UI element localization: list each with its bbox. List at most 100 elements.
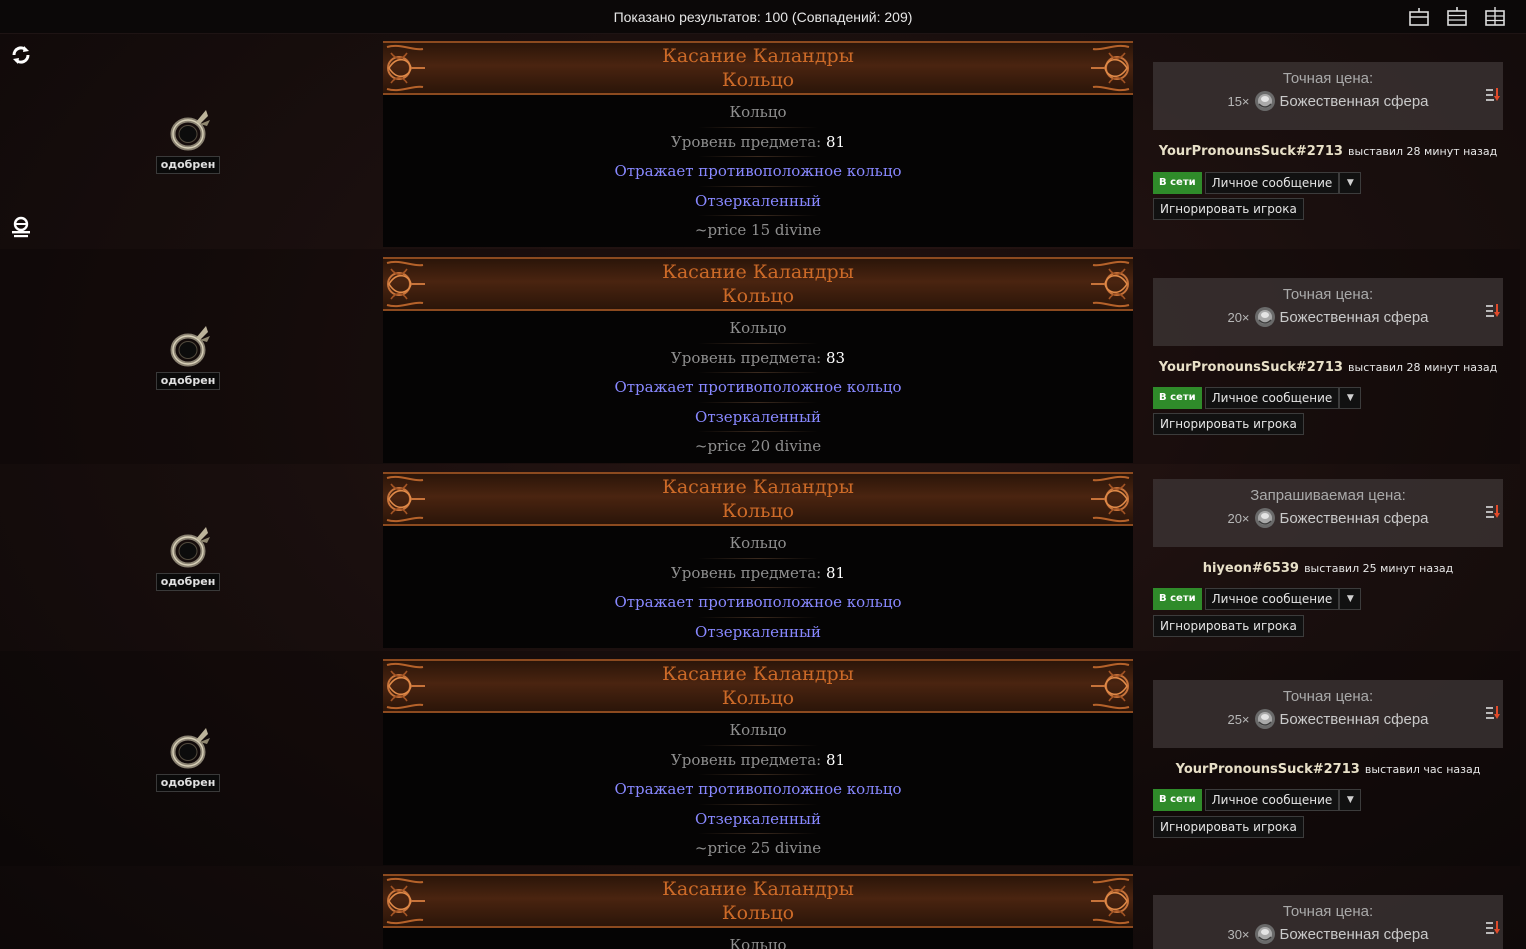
item-base: Кольцо [721, 285, 795, 307]
sort-by-price-icon[interactable] [1485, 705, 1501, 721]
divine-orb-icon [1253, 708, 1276, 730]
chevron-down-icon[interactable]: ▼ [1339, 387, 1362, 409]
item-type: Кольцо [729, 103, 787, 121]
item-note: ~price 25 divine [694, 839, 822, 857]
currency-name: Божественная сфера [1279, 710, 1429, 728]
verified-badge: одобрен [155, 156, 221, 174]
divine-orb-icon [1253, 507, 1276, 529]
layout-switcher [1408, 7, 1506, 27]
item-name: Касание Каландры [662, 261, 854, 283]
item-base: Кольцо [721, 69, 795, 91]
layout-compact-icon[interactable] [1446, 7, 1468, 27]
item-type: Кольцо [729, 721, 787, 739]
item-mod[interactable]: Отражает противоположное кольцо [383, 588, 1133, 617]
price-qty: 15× [1227, 93, 1250, 109]
price-qty: 25× [1227, 711, 1250, 727]
seller-account[interactable]: YourPronounsSuck#2713 [1176, 762, 1360, 777]
divine-orb-icon [1253, 90, 1276, 112]
seller-account[interactable]: hiyeon#6539 [1203, 561, 1299, 576]
ring-icon[interactable] [160, 722, 216, 778]
ring-icon[interactable] [160, 104, 216, 160]
sort-by-price-icon[interactable] [1485, 87, 1501, 103]
private-message-button[interactable]: Личное сообщение [1204, 172, 1340, 194]
item-name: Касание Каландры [662, 663, 854, 685]
ignore-player-button[interactable]: Игнорировать игрока [1153, 413, 1304, 435]
item-base: Кольцо [721, 687, 795, 709]
verified-badge: одобрен [155, 573, 221, 591]
item-note: ~price 20 divine [694, 437, 822, 455]
results-count: Показано результатов: 100 (Совпадений: 2… [613, 8, 913, 25]
divine-orb-icon [1253, 923, 1276, 945]
sort-by-price-icon[interactable] [1485, 920, 1501, 936]
item-level: Уровень предмета: 81 [670, 750, 846, 769]
item-level: Уровень предмета: 83 [670, 348, 846, 367]
item-type: Кольцо [729, 534, 787, 552]
currency-name: Божественная сфера [1279, 308, 1429, 326]
contact-buttons: В сети Личное сообщение ▼ [1153, 172, 1362, 194]
contact-buttons: В сети Личное сообщение ▼ [1153, 387, 1362, 409]
seller-account[interactable]: YourPronounsSuck#2713 [1159, 144, 1343, 159]
price-qty: 30× [1227, 926, 1250, 942]
layout-grid-icon[interactable] [1484, 7, 1506, 27]
price-qty: 20× [1227, 309, 1250, 325]
item-header: Касание Каландры Кольцо [383, 257, 1133, 311]
item-note: ~price 15 divine [694, 221, 822, 239]
item-type: Кольцо [729, 319, 787, 337]
price-qty: 20× [1227, 510, 1250, 526]
item-base: Кольцо [721, 500, 795, 522]
price-label: Точная цена: [1282, 286, 1374, 303]
currency-name: Божественная сфера [1279, 509, 1429, 527]
chevron-down-icon[interactable]: ▼ [1339, 588, 1362, 610]
item-mod[interactable]: Отзеркаленный [383, 187, 1133, 216]
private-message-button[interactable]: Личное сообщение [1204, 588, 1340, 610]
private-message-button[interactable]: Личное сообщение [1204, 387, 1340, 409]
online-status-badge: В сети [1153, 588, 1202, 610]
sort-by-price-icon[interactable] [1485, 504, 1501, 520]
currency-name: Божественная сфера [1279, 92, 1429, 110]
item-name: Касание Каландры [662, 878, 854, 900]
item-mod[interactable]: Отражает противоположное кольцо [383, 775, 1133, 804]
ring-icon[interactable] [160, 320, 216, 376]
item-mod[interactable]: Отзеркаленный [383, 805, 1133, 834]
listed-time: выставил 28 минут назад [1348, 361, 1498, 374]
chevron-down-icon[interactable]: ▼ [1339, 172, 1362, 194]
price-box: Точная цена: 30× Божественная сфера [1153, 895, 1503, 949]
ring-icon[interactable] [160, 521, 216, 577]
item-icon-block: одобрен [150, 521, 226, 591]
ignore-player-button[interactable]: Игнорировать игрока [1153, 816, 1304, 838]
ignore-player-button[interactable]: Игнорировать игрока [1153, 615, 1304, 637]
online-status-badge: В сети [1153, 387, 1202, 409]
online-status-badge: В сети [1153, 789, 1202, 811]
contact-buttons: В сети Личное сообщение ▼ [1153, 789, 1362, 811]
price-box: Точная цена: 20× Божественная сфера [1153, 278, 1503, 346]
item-icon-block: одобрен [150, 104, 226, 174]
item-mod[interactable]: Отражает противоположное кольцо [383, 373, 1133, 402]
item-mod[interactable]: Отзеркаленный [383, 618, 1133, 647]
item-card: Касание Каландры Кольцо Кольцо Уровень п… [383, 472, 1133, 648]
chevron-down-icon[interactable]: ▼ [1339, 789, 1362, 811]
item-name: Касание Каландры [662, 476, 854, 498]
item-mod[interactable]: Отражает противоположное кольцо [383, 157, 1133, 186]
seller-info: YourPronounsSuck#2713 выставил 28 минут … [1153, 356, 1503, 375]
listed-time: выставил 28 минут назад [1348, 145, 1498, 158]
sort-by-price-icon[interactable] [1485, 303, 1501, 319]
price-box: Точная цена: 15× Божественная сфера [1153, 62, 1503, 130]
item-card: Касание Каландры Кольцо Кольцо Уровень п… [383, 257, 1133, 463]
online-status-badge: В сети [1153, 172, 1202, 194]
item-header: Касание Каландры Кольцо [383, 659, 1133, 713]
item-base: Кольцо [721, 902, 795, 924]
ignore-player-button[interactable]: Игнорировать игрока [1153, 198, 1304, 220]
item-card: Касание Каландры Кольцо Кольцо Уровень п… [383, 41, 1133, 247]
item-icon-block: одобрен [150, 722, 226, 792]
seller-account[interactable]: YourPronounsSuck#2713 [1159, 360, 1343, 375]
price-label: Точная цена: [1282, 688, 1374, 705]
item-level: Уровень предмета: 81 [670, 132, 846, 151]
listed-time: выставил 25 минут назад [1304, 562, 1454, 575]
item-mod[interactable]: Отзеркаленный [383, 403, 1133, 432]
price-box: Запрашиваемая цена: 20× Божественная сфе… [1153, 479, 1503, 547]
item-card: Касание Каландры Кольцо Кольцо [383, 874, 1133, 949]
layout-list-icon[interactable] [1408, 7, 1430, 27]
item-name: Касание Каландры [662, 45, 854, 67]
private-message-button[interactable]: Личное сообщение [1204, 789, 1340, 811]
price-label: Точная цена: [1282, 903, 1374, 920]
